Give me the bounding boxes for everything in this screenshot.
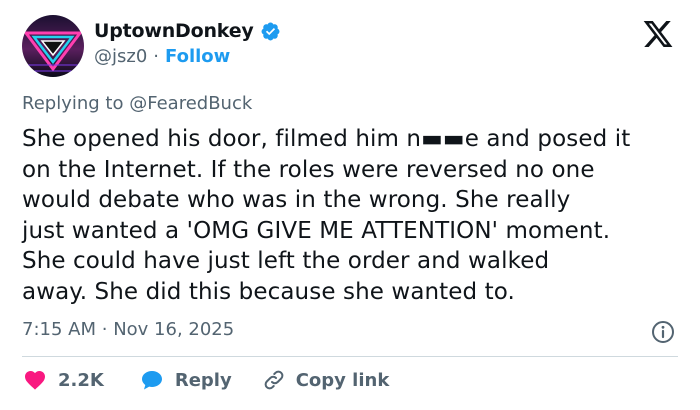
copy-link-button[interactable]: Copy link — [262, 368, 390, 392]
timestamp-separator: · — [101, 319, 108, 340]
like-button[interactable]: 2.2K — [22, 368, 104, 392]
tweet-time: 7:15 AM — [22, 319, 96, 340]
separator-dot: · — [153, 46, 160, 67]
verified-badge-icon — [260, 21, 281, 42]
tweet-text: She opened his door, filmed him n▬▬e and… — [22, 126, 631, 305]
reply-label: Reply — [174, 369, 232, 391]
tweet-date: Nov 16, 2025 — [113, 319, 235, 340]
copy-link-label: Copy link — [295, 369, 390, 391]
heart-icon — [25, 371, 45, 390]
like-count: 2.2K — [58, 369, 104, 391]
handle-row: @jsz0 · Follow — [94, 46, 281, 67]
follow-button[interactable]: Follow — [165, 46, 230, 67]
x-logo-icon[interactable] — [641, 18, 675, 50]
name-row: UptownDonkey — [94, 20, 281, 42]
replying-to-mention[interactable]: @FearedBuck — [129, 93, 252, 114]
link-icon — [264, 370, 284, 390]
author-display-name[interactable]: UptownDonkey — [94, 20, 254, 42]
replying-to-line: Replying to @FearedBuck — [22, 93, 252, 114]
replying-to-prefix: Replying to — [22, 93, 124, 114]
reply-bubble-icon — [141, 371, 162, 390]
action-bar: 2.2K Reply Copy link — [22, 368, 389, 392]
tweet-timestamp[interactable]: 7:15 AM · Nov 16, 2025 — [22, 319, 234, 340]
avatar[interactable] — [22, 15, 84, 77]
reply-button[interactable]: Reply — [139, 368, 232, 392]
avatar-image — [22, 15, 84, 77]
author-handle[interactable]: @jsz0 — [94, 46, 147, 67]
author-info: UptownDonkey @jsz0 · Follow — [94, 20, 281, 67]
info-icon[interactable] — [651, 320, 675, 344]
divider — [22, 356, 678, 357]
